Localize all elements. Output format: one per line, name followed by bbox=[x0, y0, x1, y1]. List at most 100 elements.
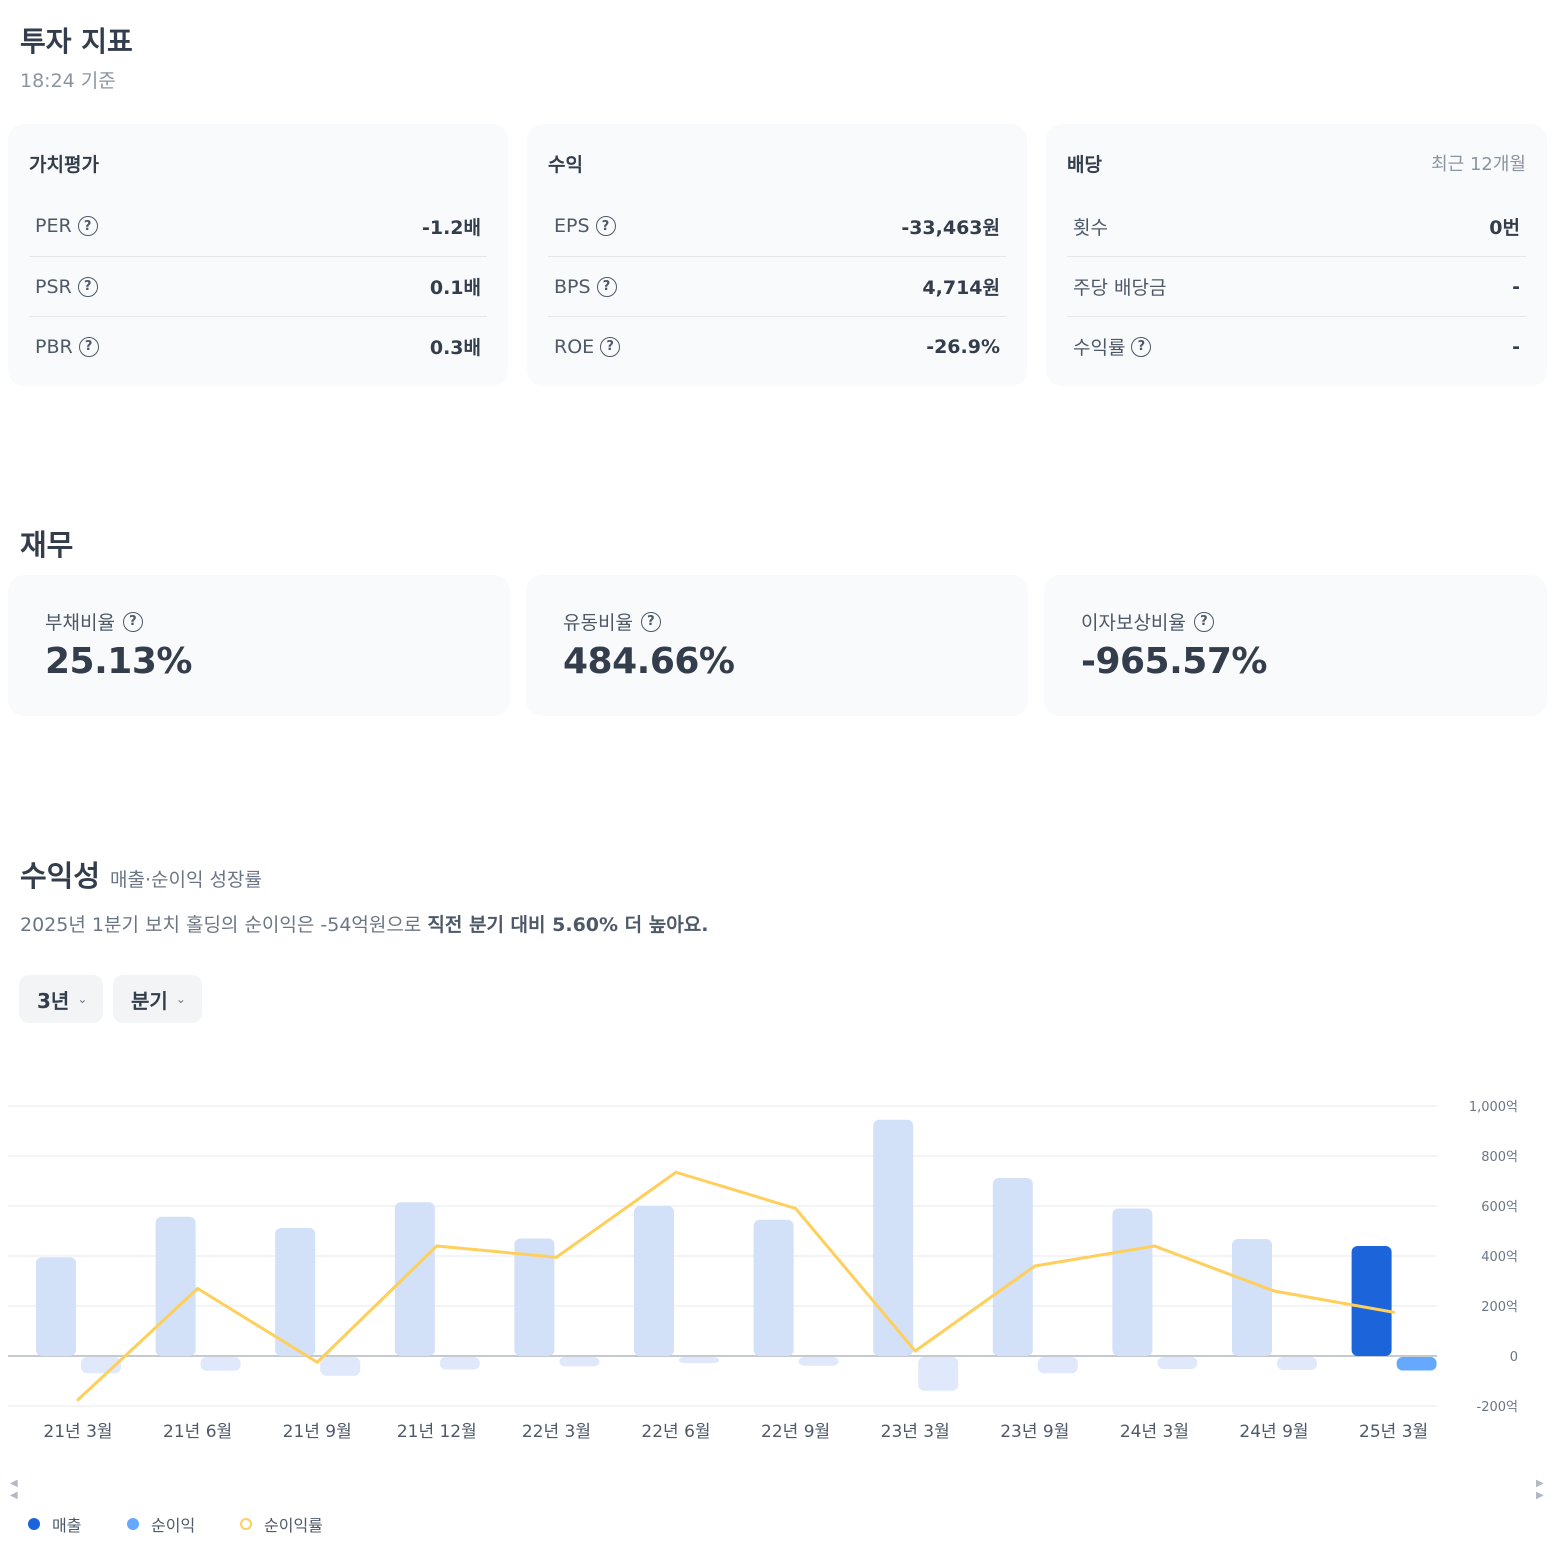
x-tick-label: 25년 3월 bbox=[1359, 1422, 1428, 1442]
metric-value: 0.3배 bbox=[429, 337, 481, 359]
chevron-down-icon: ⌄ bbox=[77, 992, 88, 1006]
scroll-left-icon[interactable]: ◀ ◀ bbox=[10, 1478, 18, 1502]
net-margin-point bbox=[674, 1170, 678, 1174]
interest-coverage-card: 이자보상비율? -965.57% bbox=[1044, 575, 1547, 716]
card-period-note: 최근 12개월 bbox=[1431, 154, 1526, 175]
x-tick-label: 24년 9월 bbox=[1239, 1422, 1308, 1442]
metric-label: 주당 배당금 bbox=[1073, 277, 1167, 299]
fin-value: 484.66% bbox=[563, 641, 735, 682]
metric-label: PER bbox=[35, 215, 72, 237]
help-icon[interactable]: ? bbox=[78, 336, 99, 357]
y-tick-label: 800억 bbox=[1481, 1150, 1518, 1165]
x-tick-label: 21년 6월 bbox=[163, 1422, 232, 1442]
summary-highlight: 직전 분기 대비 5.60% 더 높아요. bbox=[427, 914, 709, 936]
period-dropdown[interactable]: 3년 ⌄ bbox=[19, 975, 104, 1023]
net-income-bar bbox=[918, 1357, 959, 1391]
profitability-chart[interactable]: 1,000억 800억 600억 400억 200억 0 -200억 21년 3월 21년 6월… bbox=[0, 1080, 1556, 1460]
help-icon[interactable]: ? bbox=[77, 216, 98, 236]
help-icon[interactable]: ? bbox=[600, 336, 621, 357]
metric-label: 수익률 bbox=[1073, 337, 1126, 359]
x-tick-label: 23년 3월 bbox=[881, 1422, 950, 1442]
net-margin-point bbox=[1152, 1244, 1156, 1248]
revenue-bar bbox=[753, 1219, 794, 1356]
metric-value: - bbox=[1512, 275, 1520, 298]
metric-label: ROE bbox=[554, 335, 595, 358]
metric-label: PSR bbox=[35, 275, 72, 298]
metric-value: -26.9% bbox=[926, 335, 1000, 358]
interval-dropdown-label: 분기 bbox=[131, 988, 168, 1013]
profitability-title: 수익성 bbox=[20, 859, 101, 893]
metric-row: EPS? -33,463원 bbox=[548, 196, 1006, 256]
revenue-bar bbox=[992, 1178, 1033, 1356]
current-ratio-card: 유동비율? 484.66% bbox=[526, 575, 1028, 716]
fin-label: 이자보상비율 bbox=[1081, 612, 1186, 634]
help-icon[interactable]: ? bbox=[1131, 336, 1152, 357]
net-margin-point bbox=[1033, 1264, 1037, 1268]
dividend-card: 배당 최근 12개월 횟수 0번 주당 배당금 - 수익률? - bbox=[1046, 124, 1547, 386]
help-icon[interactable]: ? bbox=[1193, 611, 1214, 632]
revenue-bar bbox=[873, 1119, 914, 1356]
page-subtitle: 18:24 기준 bbox=[20, 70, 116, 92]
revenue-bar bbox=[1232, 1239, 1272, 1356]
metric-value: 4,714원 bbox=[922, 277, 1000, 299]
metric-row: 횟수 0번 bbox=[1067, 196, 1526, 256]
scroll-right-icon[interactable]: ▶ ▶ bbox=[1536, 1478, 1544, 1502]
net-income-bar bbox=[200, 1357, 241, 1371]
metric-row: PBR? 0.3배 bbox=[29, 316, 487, 376]
net-income-bar bbox=[1037, 1357, 1078, 1374]
legend-item-net-margin[interactable]: 순이익률 bbox=[240, 1512, 323, 1536]
x-tick-label: 22년 3월 bbox=[522, 1422, 591, 1442]
net-income-bar bbox=[1277, 1357, 1317, 1370]
help-icon[interactable]: ? bbox=[122, 611, 143, 632]
x-tick-label: 21년 3월 bbox=[43, 1422, 112, 1442]
page-title: 투자 지표 bbox=[20, 25, 133, 58]
metric-row: PSR? 0.1배 bbox=[29, 256, 487, 316]
metric-value: -33,463원 bbox=[901, 216, 1000, 239]
help-icon[interactable]: ? bbox=[640, 611, 661, 632]
net-income-bar bbox=[320, 1357, 361, 1376]
x-tick-label: 21년 12월 bbox=[397, 1422, 477, 1442]
legend-item-net-income[interactable]: 순이익 bbox=[127, 1512, 195, 1536]
revenue-bar bbox=[634, 1206, 674, 1356]
y-tick-label: -200억 bbox=[1477, 1400, 1518, 1415]
y-tick-label: 200억 bbox=[1481, 1300, 1518, 1315]
net-income-bar bbox=[1396, 1357, 1437, 1371]
x-tick-label: 21년 9월 bbox=[283, 1422, 352, 1442]
y-tick-label: 400억 bbox=[1481, 1250, 1518, 1265]
help-icon[interactable]: ? bbox=[595, 216, 616, 236]
y-tick-label: 1,000억 bbox=[1469, 1100, 1518, 1115]
x-tick-label: 23년 9월 bbox=[1000, 1422, 1069, 1442]
finance-title: 재무 bbox=[20, 528, 74, 562]
legend-label: 매출 bbox=[52, 1516, 82, 1535]
profitability-header: 수익성 매출·순이익 성장률 bbox=[20, 853, 262, 895]
metric-value: - bbox=[1512, 335, 1520, 358]
metric-row: 수익률? - bbox=[1067, 316, 1526, 376]
card-title: 배당 bbox=[1067, 154, 1102, 176]
fin-label: 부채비율 bbox=[45, 612, 115, 634]
net-margin-point bbox=[1272, 1289, 1276, 1293]
net-margin-point bbox=[76, 1398, 80, 1402]
legend-item-revenue[interactable]: 매출 bbox=[28, 1512, 81, 1536]
legend-label: 순이익 bbox=[151, 1516, 196, 1535]
metric-row: 주당 배당금 - bbox=[1067, 256, 1526, 316]
net-income-bar bbox=[1157, 1357, 1198, 1369]
revenue-swatch-icon bbox=[28, 1518, 40, 1530]
net-income-bar bbox=[559, 1357, 600, 1367]
earnings-card: 수익 EPS? -33,463원 BPS? 4,714원 ROE? -26.9% bbox=[527, 124, 1027, 386]
metric-value: -1.2배 bbox=[421, 216, 481, 239]
x-tick-label: 24년 3월 bbox=[1120, 1422, 1189, 1442]
help-icon[interactable]: ? bbox=[596, 276, 617, 297]
help-icon[interactable]: ? bbox=[77, 276, 98, 297]
revenue-bar bbox=[1112, 1208, 1153, 1356]
x-tick-label: 22년 6월 bbox=[641, 1422, 710, 1442]
metric-row: PER? -1.2배 bbox=[29, 196, 487, 256]
metric-label: BPS bbox=[554, 275, 591, 298]
net-margin-point bbox=[435, 1244, 439, 1248]
metric-value: 0.1배 bbox=[429, 277, 481, 299]
period-dropdown-label: 3년 bbox=[37, 988, 70, 1013]
summary-text: 2025년 1분기 보치 홀딩의 순이익은 -54억원으로 bbox=[20, 914, 428, 936]
legend-label: 순이익률 bbox=[264, 1516, 323, 1535]
metric-row: ROE? -26.9% bbox=[548, 316, 1006, 376]
valuation-card: 가치평가 PER? -1.2배 PSR? 0.1배 PBR? 0.3배 bbox=[8, 124, 508, 386]
interval-dropdown[interactable]: 분기 ⌄ bbox=[113, 975, 202, 1023]
